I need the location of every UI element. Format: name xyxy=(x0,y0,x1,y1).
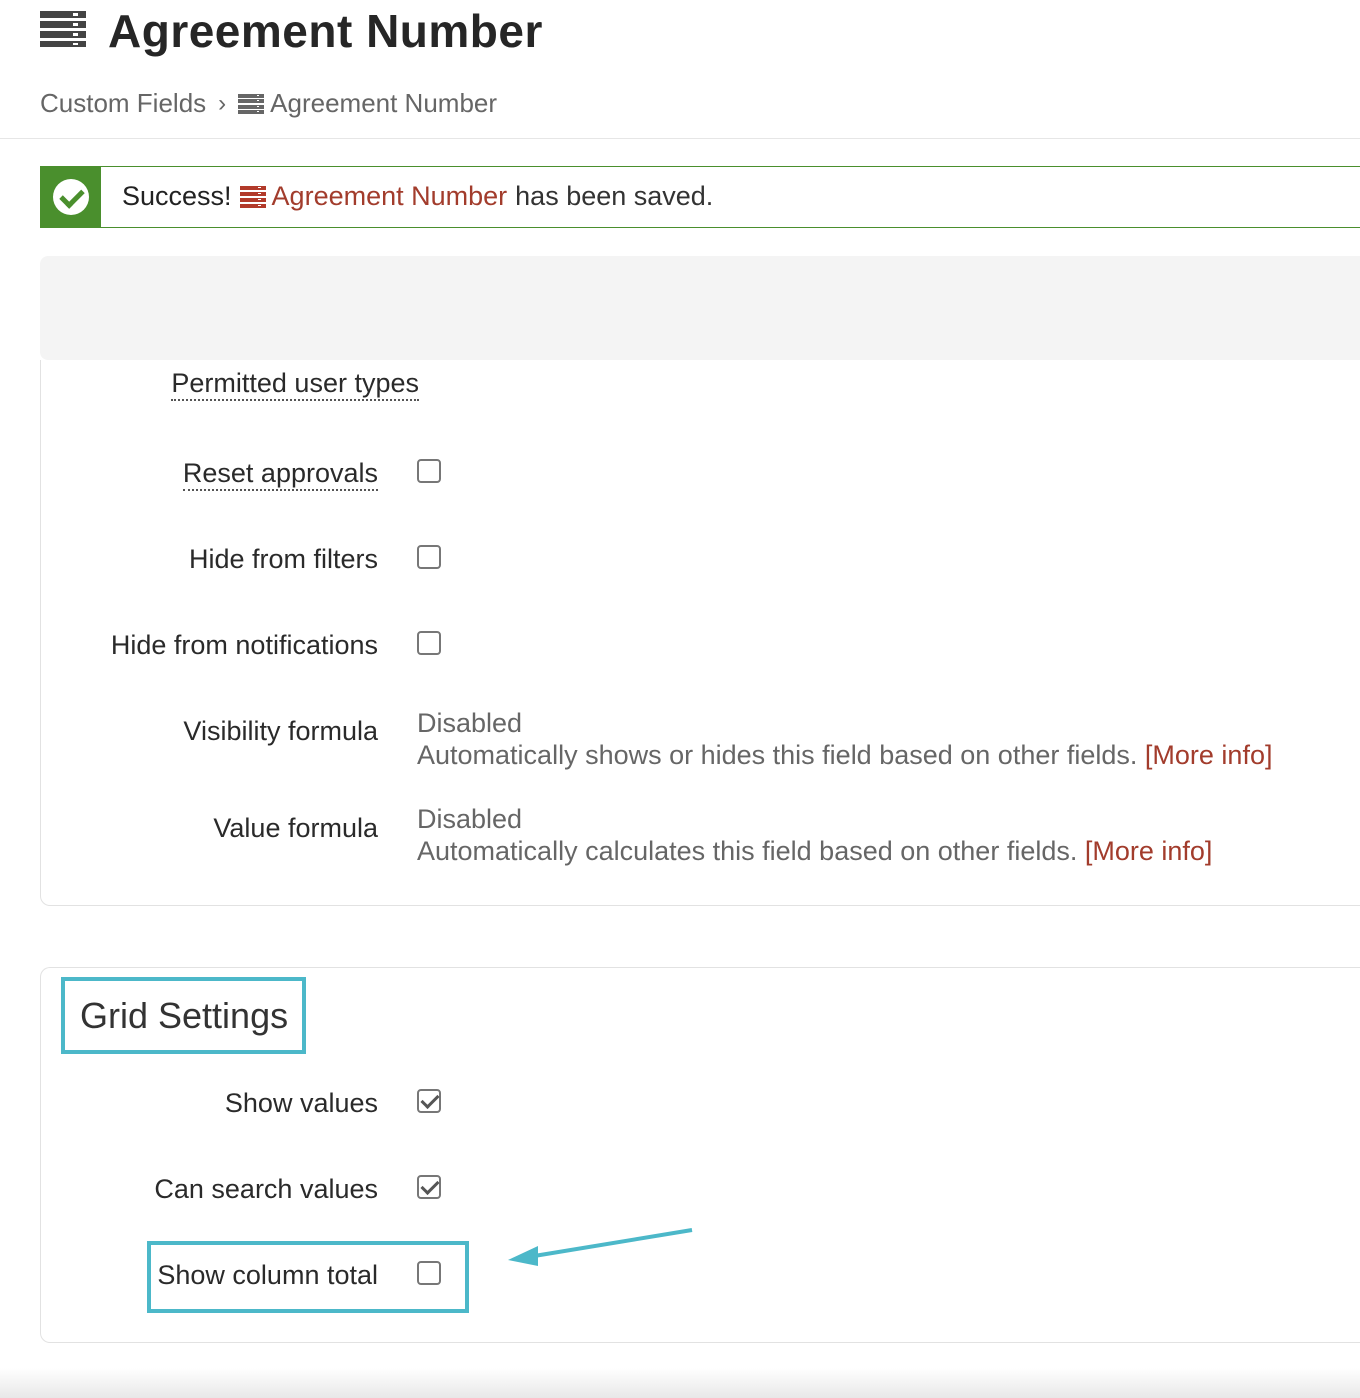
value-formula-desc-text: Automatically calculates this field base… xyxy=(417,836,1078,866)
visibility-formula-desc-text: Automatically shows or hides this field … xyxy=(417,740,1138,770)
reset-approvals-label: Reset approvals xyxy=(182,458,378,491)
visibility-formula-status: Disabled xyxy=(417,708,523,738)
alert-strong: Success! xyxy=(122,181,232,211)
show-values-label: Show values xyxy=(224,1088,378,1118)
alert-field-link[interactable]: Agreement Number xyxy=(272,181,508,212)
list-field-icon xyxy=(239,185,266,208)
hide-from-filters-checkbox[interactable] xyxy=(417,545,441,569)
value-formula-description: Automatically calculates this field base… xyxy=(417,835,1212,867)
visibility-formula-label: Visibility formula xyxy=(183,716,378,746)
can-search-values-checkbox[interactable] xyxy=(417,1175,441,1199)
alert-badge xyxy=(41,167,101,227)
check-circle-icon xyxy=(53,179,89,215)
hide-from-notifications-checkbox[interactable] xyxy=(417,631,441,655)
show-column-total-checkbox[interactable] xyxy=(417,1261,441,1285)
breadcrumb-current: Agreement Number xyxy=(270,88,498,118)
breadcrumb-custom-fields-link[interactable]: Custom Fields xyxy=(40,88,206,119)
breadcrumb-separator-icon: › xyxy=(218,89,227,117)
value-formula-value: Disabled Automatically calculates this f… xyxy=(417,803,1212,867)
bottom-strip xyxy=(0,1368,1360,1398)
grid-settings-heading: Grid Settings xyxy=(80,995,289,1036)
alert-message: has been saved. xyxy=(515,181,714,211)
list-field-icon xyxy=(238,93,265,114)
visibility-formula-value: Disabled Automatically shows or hides th… xyxy=(417,707,1272,771)
show-values-checkbox[interactable] xyxy=(417,1089,441,1113)
hide-from-filters-label: Hide from filters xyxy=(188,544,378,574)
gray-panel xyxy=(40,256,1360,360)
visibility-more-info-link[interactable]: [More info] xyxy=(1145,740,1273,770)
show-column-total-label: Show column total xyxy=(157,1260,378,1290)
list-field-icon xyxy=(40,11,86,47)
page-title: Agreement Number xyxy=(108,5,543,57)
hide-from-notifications-label: Hide from notifications xyxy=(110,630,378,660)
alert-text: Success! Agreement Number has been saved… xyxy=(122,181,713,212)
value-formula-status: Disabled xyxy=(417,804,523,834)
annotation-arrow-icon xyxy=(508,1228,693,1266)
can-search-values-label: Can search values xyxy=(154,1174,378,1204)
value-formula-label: Value formula xyxy=(213,813,378,843)
visibility-formula-description: Automatically shows or hides this field … xyxy=(417,739,1272,771)
reset-approvals-checkbox[interactable] xyxy=(417,459,441,483)
value-more-info-link[interactable]: [More info] xyxy=(1085,836,1213,866)
success-alert: Success! Agreement Number has been saved… xyxy=(40,166,1360,228)
breadcrumb: Custom Fields › Agreement Number xyxy=(40,88,497,119)
permitted-user-types-label: Permitted user types xyxy=(171,368,419,401)
page-header: Agreement Number Custom Fields › Agreeme… xyxy=(0,0,1360,139)
